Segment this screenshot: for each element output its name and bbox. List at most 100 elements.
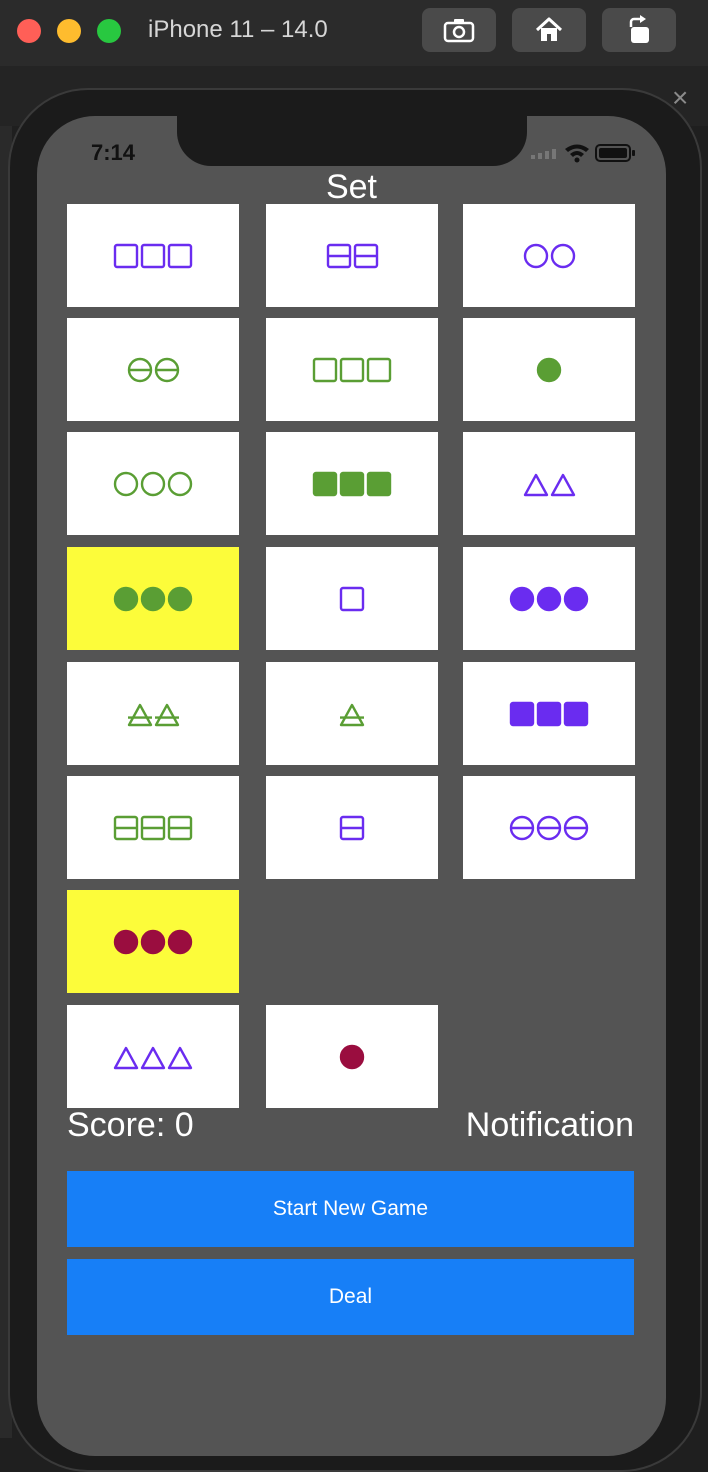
status-icons: [531, 142, 641, 169]
triangle-symbol: [140, 1046, 166, 1069]
circle-symbol: [523, 243, 548, 268]
square-symbol: [366, 471, 392, 496]
circle-symbol: [550, 243, 575, 268]
card-symbols: [509, 701, 589, 726]
circle-symbol: [167, 471, 193, 496]
triangle-symbol: [523, 473, 548, 496]
home-icon: [535, 17, 563, 41]
square-symbol: [113, 243, 139, 268]
circle-symbol: [509, 586, 535, 611]
set-card[interactable]: [266, 318, 438, 421]
card-symbols: [312, 357, 392, 382]
card-symbols: [113, 929, 193, 954]
triangle-symbol: [154, 703, 179, 726]
set-card[interactable]: [67, 1005, 239, 1108]
set-card[interactable]: [266, 432, 438, 535]
triangle-symbol: [167, 1046, 193, 1069]
rotate-icon: [629, 15, 649, 43]
circle-symbol: [536, 357, 562, 382]
card-symbols: [312, 471, 392, 496]
wifi-icon: [565, 144, 589, 163]
app-title: Set: [325, 168, 378, 206]
card-symbols: [509, 815, 589, 840]
square-symbol: [167, 243, 193, 268]
card-symbols: [326, 243, 378, 268]
square-symbol: [312, 471, 338, 496]
score-label: Score: 0: [67, 1106, 194, 1144]
card-symbols: [339, 1044, 365, 1069]
set-card[interactable]: [463, 662, 635, 765]
home-button[interactable]: [512, 8, 586, 52]
camera-icon: [443, 19, 475, 43]
card-symbols: [536, 357, 562, 382]
set-card[interactable]: [67, 776, 239, 879]
set-card[interactable]: [463, 547, 635, 650]
circle-symbol: [536, 586, 562, 611]
card-symbols: [523, 243, 575, 268]
set-card[interactable]: [266, 662, 438, 765]
set-card[interactable]: [266, 1005, 438, 1108]
card-symbols: [339, 815, 365, 840]
triangle-symbol: [113, 1046, 139, 1069]
circle-symbol: [113, 471, 139, 496]
set-card[interactable]: [67, 662, 239, 765]
circle-symbol: [339, 1044, 365, 1069]
square-symbol: [366, 357, 392, 382]
square-symbol: [536, 701, 562, 726]
circle-symbol: [113, 929, 139, 954]
square-symbol: [312, 357, 338, 382]
battery-icon: [595, 144, 635, 162]
square-symbol: [339, 357, 365, 382]
circle-symbol: [167, 586, 193, 611]
minimize-window-button[interactable]: [57, 19, 81, 43]
card-symbols: [127, 357, 179, 382]
set-card[interactable]: [463, 776, 635, 879]
signal-icon: [531, 149, 556, 159]
set-card[interactable]: [67, 890, 239, 993]
set-card[interactable]: [67, 432, 239, 535]
notification-label: Notification: [465, 1106, 634, 1144]
close-window-button[interactable]: [17, 19, 41, 43]
card-symbols: [113, 586, 193, 611]
square-symbol: [339, 586, 365, 611]
card-symbols: [339, 586, 365, 611]
triangle-symbol: [127, 703, 152, 726]
square-symbol: [140, 243, 166, 268]
set-card[interactable]: [266, 204, 438, 307]
card-symbols: [523, 473, 575, 496]
circle-symbol: [140, 471, 166, 496]
circle-symbol: [140, 929, 166, 954]
set-card[interactable]: [463, 318, 635, 421]
zoom-window-button[interactable]: [97, 19, 121, 43]
triangle-symbol: [550, 473, 575, 496]
set-card[interactable]: [67, 547, 239, 650]
circle-symbol: [113, 586, 139, 611]
circle-symbol: [563, 586, 589, 611]
simulator-titlebar: iPhone 11 – 14.0: [0, 0, 708, 67]
square-symbol: [509, 701, 535, 726]
status-time: 7:14: [91, 140, 136, 165]
card-symbols: [113, 1046, 193, 1069]
card-symbols: [509, 586, 589, 611]
set-card[interactable]: [67, 318, 239, 421]
screenshot-button[interactable]: [422, 8, 496, 52]
set-card[interactable]: [266, 547, 438, 650]
set-card[interactable]: [67, 204, 239, 307]
card-symbols: [113, 815, 193, 840]
circle-symbol: [167, 929, 193, 954]
card-symbols: [113, 243, 193, 268]
window-title: iPhone 11 – 14.0: [148, 16, 328, 43]
set-card[interactable]: [266, 776, 438, 879]
set-card[interactable]: [463, 432, 635, 535]
set-card[interactable]: [463, 204, 635, 307]
notch: [177, 116, 527, 166]
card-symbols: [339, 703, 365, 726]
card-symbols: [113, 471, 193, 496]
card-symbols: [127, 703, 179, 726]
rotate-button[interactable]: [602, 8, 676, 52]
square-symbol: [339, 471, 365, 496]
deal-button[interactable]: Deal: [67, 1259, 634, 1335]
start-new-game-button[interactable]: Start New Game: [67, 1171, 634, 1247]
device-screen: 7:14 Set Score: 0 Notification Start New…: [37, 116, 666, 1456]
square-symbol: [563, 701, 589, 726]
